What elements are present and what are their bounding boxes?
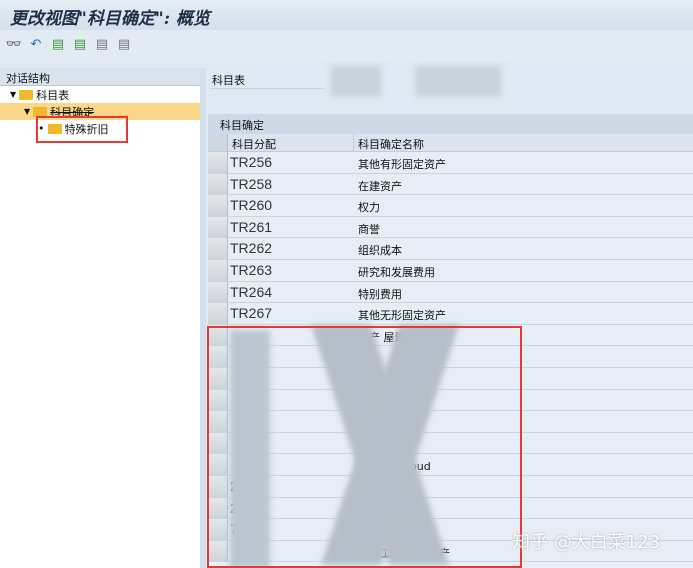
account-name-cell: 组织成本 — [358, 244, 402, 258]
undo-icon[interactable]: ↶ — [28, 36, 44, 52]
window-title: 更改视图"科目确定": 概览 — [0, 0, 693, 30]
table-row[interactable]: TR264 特别费用 — [208, 281, 693, 304]
row-selector[interactable] — [208, 238, 228, 259]
open-folder-icon — [33, 106, 48, 117]
table-row[interactable]: TR258 在建资产 — [208, 173, 693, 196]
table-title: 科目确定 — [208, 114, 693, 134]
account-name-cell: 商誉 — [358, 222, 380, 236]
dialog-structure-panel: 对话结构 ▼ 科目表 ▼ 科目确定 • 特殊折旧 — [0, 68, 200, 568]
account-assignment-cell: TR258 — [230, 175, 273, 192]
account-assignment-cell: TR262 — [230, 240, 273, 257]
table-row[interactable]: TR260 权力 — [208, 195, 693, 217]
expand-arrow-icon[interactable]: ▼ — [24, 107, 30, 116]
delete-icon[interactable]: ▤ — [94, 36, 110, 52]
account-name-cell: 其他有形固定资产 — [358, 158, 446, 171]
row-selector[interactable] — [208, 216, 228, 238]
account-assignment-cell: TR264 — [230, 283, 273, 300]
account-assignment-cell: TR256 — [230, 154, 273, 170]
account-name-cell: 其他无形固定资产 — [358, 309, 446, 323]
row-selector[interactable] — [208, 281, 228, 303]
watermark: 知乎 @大白菜123 — [512, 532, 661, 553]
row-selector[interactable] — [208, 195, 228, 216]
row-selector[interactable] — [208, 152, 228, 173]
account-name-cell: 研究和发展费用 — [358, 265, 435, 279]
expand-arrow-icon[interactable]: ▼ — [10, 90, 16, 99]
highlight-box — [36, 116, 128, 143]
column-header-account-assignment[interactable]: 科目分配 — [228, 134, 354, 151]
field-underline — [210, 88, 325, 89]
tree-node-chart-of-accounts[interactable]: ▼ 科目表 — [0, 86, 200, 103]
chart-of-accounts-label: 科目表 — [212, 74, 245, 87]
tree-node-label: 科目表 — [36, 88, 70, 102]
select-all-cell[interactable] — [208, 134, 228, 151]
highlight-box — [207, 326, 522, 568]
row-selector[interactable] — [208, 259, 228, 281]
dialog-structure-header: 对话结构 — [0, 68, 200, 86]
account-name-cell: 权力 — [358, 201, 380, 215]
table-row[interactable]: TR263 研究和发展费用 — [208, 259, 693, 282]
folder-icon — [19, 89, 34, 100]
account-assignment-cell: TR260 — [230, 197, 273, 214]
column-header-row: 科目分配 科目确定名称 — [208, 134, 693, 152]
copy-icon[interactable]: ▤ — [72, 36, 88, 52]
row-selector[interactable] — [208, 173, 228, 195]
account-assignment-cell: TR267 — [230, 305, 273, 322]
toolbar: 👓 ↶ ▤ ▤ ▤ ▤ — [0, 30, 693, 62]
blurred-value — [331, 66, 381, 96]
account-name-cell: 在建资产 — [358, 179, 402, 193]
table-row[interactable]: TR262 组织成本 — [208, 238, 693, 260]
account-assignment-cell: TR263 — [230, 261, 273, 278]
row-selector[interactable] — [208, 303, 228, 324]
glasses-edit-icon[interactable]: 👓 — [6, 36, 22, 52]
table-row[interactable]: TR261 商誉 — [208, 216, 693, 239]
column-header-name[interactable]: 科目确定名称 — [354, 134, 693, 151]
table-row[interactable]: TR256 其他有形固定资产 — [208, 152, 693, 174]
account-assignment-cell: TR261 — [230, 218, 273, 235]
select-all-icon[interactable]: ▤ — [116, 36, 132, 52]
new-entries-icon[interactable]: ▤ — [50, 36, 66, 52]
blurred-value — [416, 66, 501, 96]
account-name-cell: 特别费用 — [358, 287, 402, 301]
table-row[interactable]: TR267 其他无形固定资产 — [208, 303, 693, 325]
